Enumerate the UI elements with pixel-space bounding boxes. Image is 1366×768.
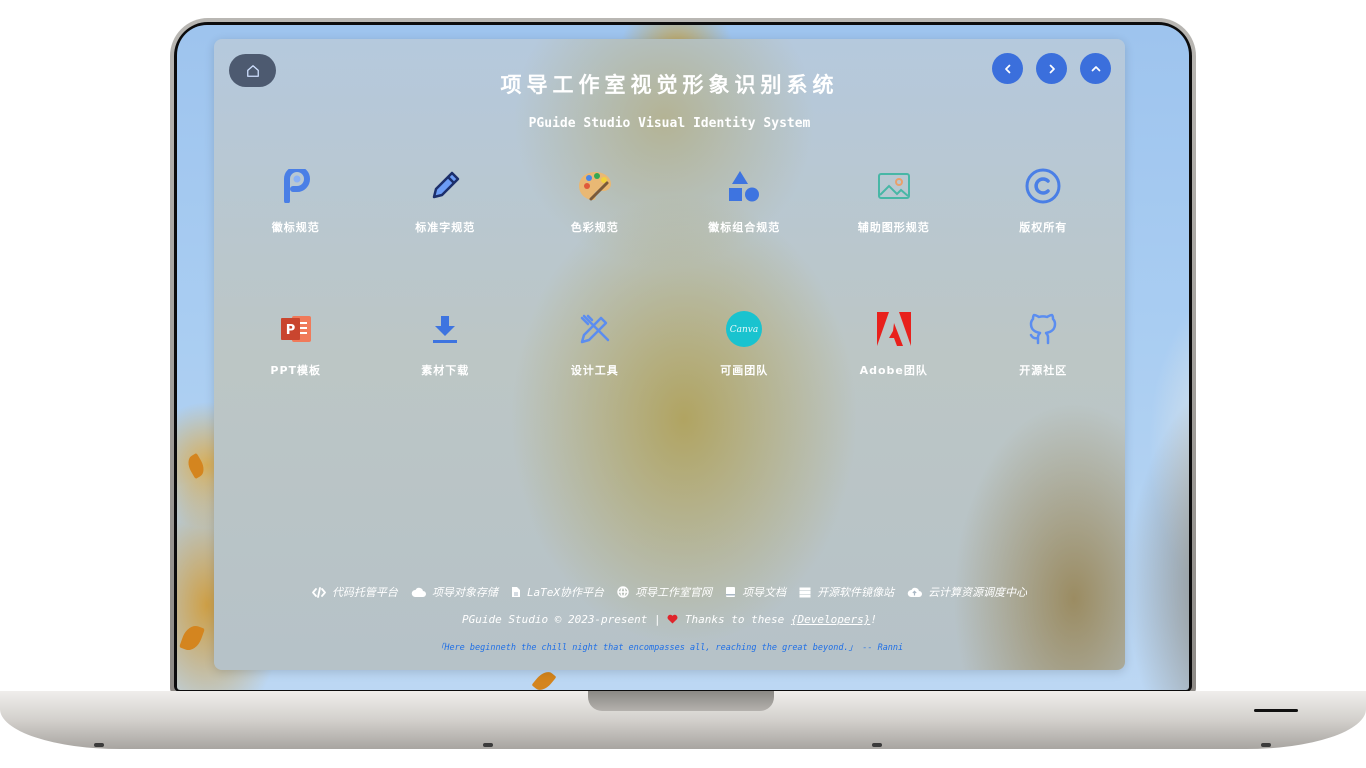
canva-icon: Canva [726,311,763,347]
tile-label: 徽标规范 [271,221,320,234]
tile-canva-team[interactable]: Canva 可画团队 [670,310,820,395]
tile-label: PPT模板 [270,364,322,377]
tile-label: 素材下载 [421,364,470,377]
tile-label: 设计工具 [570,364,619,377]
tile-label: 开源社区 [1019,364,1068,377]
footer-link-label: 项导对象存储 [431,586,498,599]
design-tools-icon [580,314,609,344]
laptop-indicator [1254,709,1298,712]
laptop-foot [1261,743,1271,747]
shapes-icon [729,171,760,202]
exclaim-text: ! [870,613,877,626]
book-icon [726,587,736,597]
footer-link-mirror-site[interactable]: 开源软件镜像站 [799,584,894,600]
footer-link-label: 开源软件镜像站 [817,586,895,599]
tile-color-spec[interactable]: 色彩规范 [520,167,670,252]
download-icon [433,316,458,343]
quote-line: 「Here beginneth the chill night that enc… [435,643,904,653]
footer-link-label: 项导文档 [742,586,787,599]
tile-label: 可画团队 [720,364,769,377]
laptop-foot [872,743,882,747]
page-subtitle: PGuide Studio Visual Identity System [528,116,811,131]
thanks-text: Thanks to these [678,613,791,626]
laptop-notch [588,691,774,711]
footer-link-label: 云计算资源调度中心 [928,586,1028,599]
tile-logo-combination-spec[interactable]: 徽标组合规范 [670,167,820,252]
leaf-decoration [531,668,557,690]
pguide-logo-icon [283,169,310,203]
tile-auxiliary-graphics-spec[interactable]: 辅助图形规范 [819,167,969,252]
laptop-foot [94,743,104,747]
leaf-decoration [184,452,208,480]
image-icon [877,173,910,199]
tile-ppt-template[interactable]: P PPT模板 [221,310,371,395]
laptop-foot [483,743,493,747]
laptop-mockup: 项导工作室视觉形象识别系统 PGuide Studio Visual Ident… [0,0,1366,768]
tile-design-tools[interactable]: 设计工具 [520,310,670,395]
globe-icon [617,586,629,598]
pencil-icon [433,171,460,199]
heart-icon [667,614,678,624]
main-card: 项导工作室视觉形象识别系统 PGuide Studio Visual Ident… [214,39,1125,670]
footer-link-cloud-scheduling[interactable]: 云计算资源调度中心 [907,584,1027,600]
footer-links: 代码托管平台 项导对象存储 LaTeX协作平台 项导工作室官网 项导文档 开源软… [214,584,1125,600]
powerpoint-icon: P [280,316,311,342]
tile-asset-download[interactable]: 素材下载 [371,310,521,395]
tile-copyright[interactable]: 版权所有 [969,167,1119,252]
footer-link-label: LaTeX协作平台 [526,586,605,599]
tile-label: 辅助图形规范 [857,221,930,234]
footer-link-object-storage[interactable]: 项导对象存储 [411,584,498,600]
palette-icon [578,172,611,201]
footer-link-studio-website[interactable]: 项导工作室官网 [617,584,712,600]
nav-tile-grid: 徽标规范 标准字规范 色彩规范 徽标组合规范 辅助图形规范 版权所有 P PPT… [221,167,1118,395]
tile-open-source-community[interactable]: 开源社区 [969,310,1119,395]
copyright-line: PGuide Studio © 2023-present | Thanks to… [214,613,1125,626]
svg-text:Canva: Canva [730,325,759,335]
footer-link-label: 项导工作室官网 [635,586,713,599]
tile-logo-spec[interactable]: 徽标规范 [221,167,371,252]
cloud-upload-icon [907,587,923,597]
github-icon [1030,313,1057,345]
leaf-decoration [179,622,205,654]
footer-link-label: 代码托管平台 [331,586,398,599]
copyright-text: PGuide Studio © 2023-present | [461,613,668,626]
developers-link[interactable]: {Developers} [791,613,870,626]
adobe-icon [876,312,911,346]
tile-label: 色彩规范 [570,221,619,234]
svg-text:P: P [285,323,295,338]
footer-link-code-hosting[interactable]: 代码托管平台 [312,584,398,600]
code-icon [312,586,326,598]
tile-adobe-team[interactable]: Adobe团队 [819,310,969,395]
tile-label: 标准字规范 [415,221,476,234]
page-title: 项导工作室视觉形象识别系统 [500,73,839,97]
tile-typeface-spec[interactable]: 标准字规范 [371,167,521,252]
cloud-icon [411,587,426,597]
tile-label: 徽标组合规范 [708,221,781,234]
tile-label: Adobe团队 [859,364,928,377]
copyright-icon [1025,168,1061,204]
file-icon [511,587,520,597]
footer-link-latex-platform[interactable]: LaTeX协作平台 [511,584,604,600]
server-icon [799,587,811,597]
tile-label: 版权所有 [1019,221,1068,234]
footer-link-docs[interactable]: 项导文档 [725,584,786,600]
